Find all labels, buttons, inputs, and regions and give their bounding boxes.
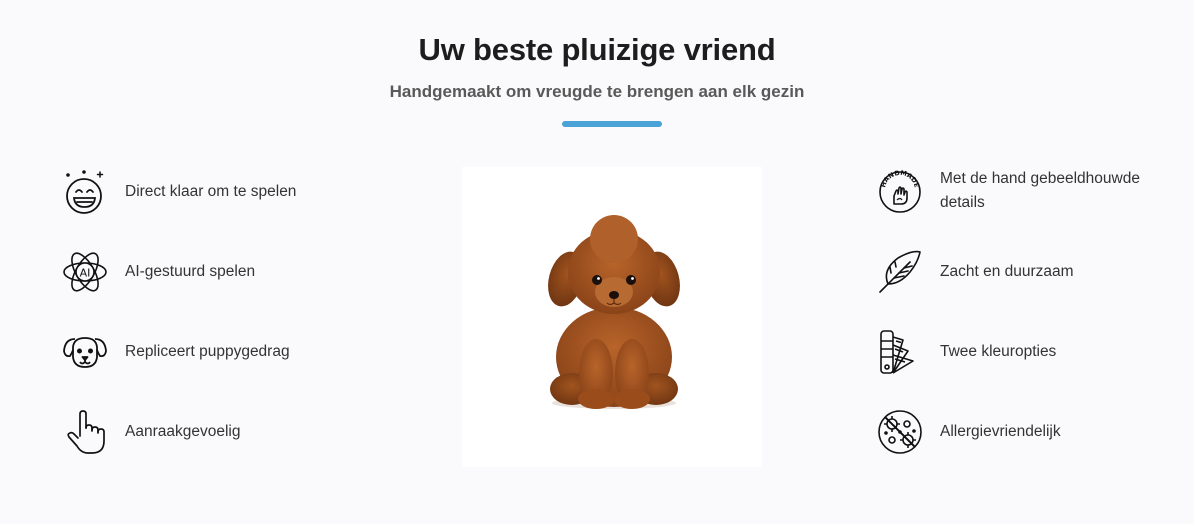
feature-ai-play: AI AI-gestuurd spelen xyxy=(62,249,255,295)
feature-touch-sensitive: Aanraakgevoelig xyxy=(62,409,240,455)
color-swatch-icon xyxy=(877,329,923,375)
feather-icon xyxy=(877,249,923,295)
feature-label: Direct klaar om te spelen xyxy=(125,183,297,200)
feature-puppy-behavior: Repliceert puppygedrag xyxy=(62,329,290,375)
svg-text:AI: AI xyxy=(80,267,91,280)
handmade-badge-icon: HANDMADE xyxy=(877,168,923,214)
product-image-plush-poodle xyxy=(462,167,762,467)
accent-divider xyxy=(562,121,662,127)
feature-allergy-friendly: Allergievriendelijk xyxy=(877,409,1170,455)
feature-label: Twee kleuropties xyxy=(940,343,1057,360)
feature-two-colors: Twee kleuropties xyxy=(877,329,1170,375)
feature-label: Zacht en duurzaam xyxy=(940,263,1074,280)
smiley-sparkle-icon xyxy=(62,169,108,215)
feature-hand-sculpted: HANDMADE Met de hand gebeeldhouwde detai… xyxy=(877,167,1170,215)
feature-label: Met de hand gebeeldhouwde details xyxy=(940,170,1140,211)
feature-label: AI-gestuurd spelen xyxy=(125,263,256,280)
allergy-free-icon xyxy=(877,409,923,455)
feature-label: Repliceert puppygedrag xyxy=(125,343,290,360)
feature-label: Allergievriendelijk xyxy=(940,423,1061,440)
feature-label: Aanraakgevoelig xyxy=(125,423,241,440)
dog-face-icon xyxy=(62,329,108,375)
page-subtitle: Handgemaakt om vreugde te brengen aan el… xyxy=(389,82,805,101)
feature-instant-play: Direct klaar om te spelen xyxy=(62,169,296,215)
ai-atom-icon: AI xyxy=(62,249,108,295)
pointing-hand-icon xyxy=(62,409,108,455)
page-title: Uw beste pluizige vriend xyxy=(418,32,776,67)
feature-soft-durable: Zacht en duurzaam xyxy=(877,249,1170,295)
